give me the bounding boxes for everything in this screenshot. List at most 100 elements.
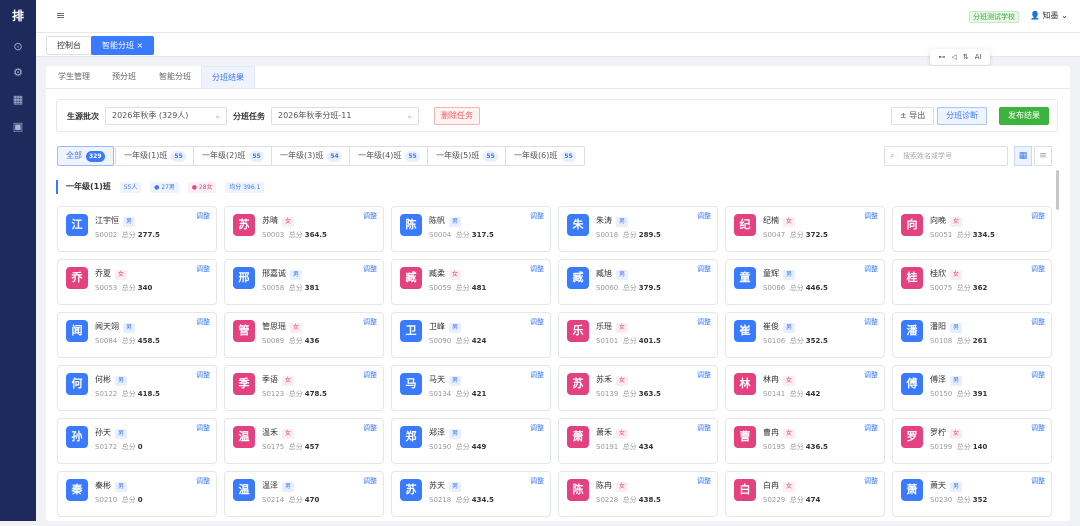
class-tab-6[interactable]: 一年级(6)班 55	[505, 146, 585, 166]
adjust-link[interactable]: 调整	[864, 370, 878, 380]
send-icon[interactable]: ◁	[951, 53, 956, 61]
adjust-link[interactable]: 调整	[1031, 317, 1045, 327]
adjust-link[interactable]: 调整	[530, 211, 544, 221]
class-tab-1[interactable]: 一年级(1)班 55	[115, 146, 195, 166]
adjust-link[interactable]: 调整	[530, 476, 544, 486]
student-card[interactable]: 乐乐瑶女 S0101 总分 401.5 调整	[558, 312, 718, 358]
student-card[interactable]: 江江宇恒男 S0002 总分 277.5 调整	[57, 206, 217, 252]
user-menu[interactable]: 👤 知墨 ⌄	[1030, 10, 1068, 21]
student-card[interactable]: 白白冉女 S0229 总分 474 调整	[725, 471, 885, 517]
student-card[interactable]: 陈陈冉女 S0228 总分 438.5 调整	[558, 471, 718, 517]
class-tab-2[interactable]: 一年级(2)班 55	[193, 146, 273, 166]
student-card[interactable]: 温温泽男 S0214 总分 470 调整	[224, 471, 384, 517]
adjust-link[interactable]: 调整	[530, 370, 544, 380]
student-card[interactable]: 马马天男 S0134 总分 421 调整	[391, 365, 551, 411]
adjust-link[interactable]: 调整	[530, 317, 544, 327]
student-card[interactable]: 苏苏禾女 S0139 总分 363.5 调整	[558, 365, 718, 411]
student-card[interactable]: 林林冉女 S0141 总分 442 调整	[725, 365, 885, 411]
batch-select[interactable]: 2026年秋季 (329人) ⌄	[105, 107, 227, 125]
adjust-link[interactable]: 调整	[530, 423, 544, 433]
student-card[interactable]: 童童辉男 S0066 总分 446.5 调整	[725, 259, 885, 305]
class-tab-4[interactable]: 一年级(4)班 55	[349, 146, 429, 166]
student-card[interactable]: 朱朱涛男 S0018 总分 289.5 调整	[558, 206, 718, 252]
grid-view-icon[interactable]: ▦	[1014, 146, 1032, 166]
adjust-link[interactable]: 调整	[363, 317, 377, 327]
menu-toggle-icon[interactable]: ≡	[56, 9, 65, 22]
diagnose-button[interactable]: 分班诊断	[937, 107, 987, 125]
adjust-link[interactable]: 调整	[697, 370, 711, 380]
adjust-link[interactable]: 调整	[697, 264, 711, 274]
student-card[interactable]: 邢邢嘉诚男 S0058 总分 381 调整	[224, 259, 384, 305]
link-icon[interactable]: ⊷	[938, 53, 945, 61]
search-input[interactable]: ⌕ 搜索姓名或学号	[884, 146, 1008, 166]
student-card[interactable]: 罗罗柠女 S0199 总分 140 调整	[892, 418, 1052, 464]
adjust-link[interactable]: 调整	[363, 264, 377, 274]
adjust-link[interactable]: 调整	[1031, 476, 1045, 486]
adjust-link[interactable]: 调整	[196, 317, 210, 327]
student-card[interactable]: 闻闻天翊男 S0084 总分 458.5 调整	[57, 312, 217, 358]
ai-icon[interactable]: AI	[975, 53, 982, 61]
adjust-link[interactable]: 调整	[196, 264, 210, 274]
student-card[interactable]: 乔乔夏女 S0053 总分 340 调整	[57, 259, 217, 305]
student-card[interactable]: 卫卫峰男 S0090 总分 424 调整	[391, 312, 551, 358]
student-card[interactable]: 崔崔俊男 S0106 总分 352.5 调整	[725, 312, 885, 358]
tab-console[interactable]: 控制台	[46, 36, 92, 55]
student-card[interactable]: 潘潘阳男 S0108 总分 261 调整	[892, 312, 1052, 358]
adjust-link[interactable]: 调整	[864, 317, 878, 327]
student-card[interactable]: 纪纪楠女 S0047 总分 372.5 调整	[725, 206, 885, 252]
swap-icon[interactable]: ⇅	[963, 53, 969, 61]
dashboard-icon[interactable]: ⊙	[11, 40, 25, 54]
adjust-link[interactable]: 调整	[697, 423, 711, 433]
adjust-link[interactable]: 调整	[864, 211, 878, 221]
student-card[interactable]: 何何彬男 S0122 总分 418.5 调整	[57, 365, 217, 411]
class-tab-3[interactable]: 一年级(3)班 54	[271, 146, 351, 166]
adjust-link[interactable]: 调整	[196, 423, 210, 433]
building-icon[interactable]: ▦	[11, 93, 25, 107]
adjust-link[interactable]: 调整	[196, 370, 210, 380]
student-card[interactable]: 傅傅泽男 S0150 总分 391 调整	[892, 365, 1052, 411]
student-card[interactable]: 孙孙天男 S0172 总分 0 调整	[57, 418, 217, 464]
adjust-link[interactable]: 调整	[864, 423, 878, 433]
class-tab-all[interactable]: 全部 329	[57, 146, 114, 166]
adjust-link[interactable]: 调整	[530, 264, 544, 274]
subtab-smart-class[interactable]: 智能分班	[149, 66, 201, 88]
calendar-icon[interactable]: ▣	[11, 120, 25, 134]
adjust-link[interactable]: 调整	[697, 211, 711, 221]
adjust-link[interactable]: 调整	[196, 476, 210, 486]
adjust-link[interactable]: 调整	[1031, 211, 1045, 221]
student-card[interactable]: 郑郑泽男 S0190 总分 449 调整	[391, 418, 551, 464]
adjust-link[interactable]: 调整	[1031, 423, 1045, 433]
settings-icon[interactable]: ⚙	[11, 66, 25, 80]
student-card[interactable]: 温温禾女 S0175 总分 457 调整	[224, 418, 384, 464]
student-card[interactable]: 萧萧禾女 S0191 总分 434 调整	[558, 418, 718, 464]
list-view-icon[interactable]: ≡	[1034, 146, 1052, 166]
student-card[interactable]: 苏苏晴女 S0003 总分 364.5 调整	[224, 206, 384, 252]
adjust-link[interactable]: 调整	[363, 423, 377, 433]
subtab-pre-class[interactable]: 预分班	[102, 66, 146, 88]
export-button[interactable]: ± 导出	[891, 107, 935, 125]
task-select[interactable]: 2026年秋季分班-11 ⌄	[271, 107, 419, 125]
adjust-link[interactable]: 调整	[697, 317, 711, 327]
adjust-link[interactable]: 调整	[864, 476, 878, 486]
student-card[interactable]: 陈陈帆男 S0004 总分 317.5 调整	[391, 206, 551, 252]
student-card[interactable]: 季季语女 S0123 总分 478.5 调整	[224, 365, 384, 411]
subtab-students[interactable]: 学生管理	[48, 66, 100, 88]
student-card[interactable]: 萧萧天男 S0230 总分 352 调整	[892, 471, 1052, 517]
close-icon[interactable]: ×	[137, 41, 144, 50]
tab-smart-class[interactable]: 智能分班 ×	[91, 36, 155, 55]
student-card[interactable]: 苏苏天男 S0218 总分 434.5 调整	[391, 471, 551, 517]
adjust-link[interactable]: 调整	[864, 264, 878, 274]
student-card[interactable]: 桂桂欣女 S0075 总分 362 调整	[892, 259, 1052, 305]
adjust-link[interactable]: 调整	[1031, 370, 1045, 380]
class-tab-5[interactable]: 一年级(5)班 55	[427, 146, 507, 166]
delete-task-button[interactable]: 删除任务	[434, 107, 480, 125]
adjust-link[interactable]: 调整	[1031, 264, 1045, 274]
subtab-results[interactable]: 分班结果	[201, 66, 255, 88]
adjust-link[interactable]: 调整	[196, 211, 210, 221]
scrollbar[interactable]	[1056, 170, 1059, 210]
adjust-link[interactable]: 调整	[363, 476, 377, 486]
adjust-link[interactable]: 调整	[697, 476, 711, 486]
adjust-link[interactable]: 调整	[363, 370, 377, 380]
student-card[interactable]: 曹曹冉女 S0195 总分 436.5 调整	[725, 418, 885, 464]
student-card[interactable]: 秦秦彬男 S0210 总分 0 调整	[57, 471, 217, 517]
